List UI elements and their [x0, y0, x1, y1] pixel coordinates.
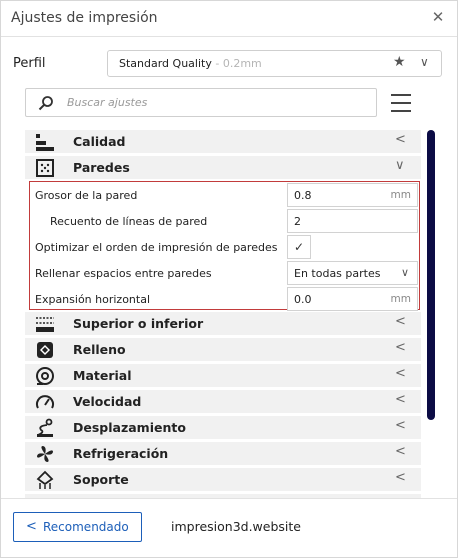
- setting-row-wall-line-count: Recuento de líneas de pared 2: [30, 208, 419, 234]
- infill-icon: [37, 342, 53, 358]
- profile-layer-height: - 0.2mm: [211, 57, 262, 70]
- chevron-left-icon: <: [395, 418, 406, 433]
- print-settings-panel: Ajustes de impresión ✕ Perfil Standard Q…: [0, 0, 458, 558]
- walls-settings-group: Grosor de la pared 0.8 mm Recuento de lí…: [29, 181, 420, 312]
- footer-divider: [1, 498, 457, 499]
- chevron-left-icon: <: [395, 366, 406, 381]
- top-bottom-icon: [36, 317, 54, 332]
- category-label: Soporte: [73, 472, 129, 487]
- search-input[interactable]: Buscar ajustes: [25, 88, 377, 117]
- wall-thickness-input[interactable]: 0.8 mm: [287, 183, 418, 207]
- category-label: Relleno: [73, 342, 126, 357]
- speed-icon: [36, 395, 54, 409]
- search-placeholder: Buscar ajustes: [67, 96, 148, 109]
- category-desplazamiento[interactable]: Desplazamiento <: [25, 416, 421, 439]
- category-material[interactable]: Material <: [25, 364, 421, 387]
- recommended-button[interactable]: < Recomendado: [13, 512, 142, 542]
- chevron-left-icon: <: [395, 444, 406, 459]
- field-value: 0.8: [294, 189, 312, 202]
- fan-icon: [37, 446, 53, 462]
- quality-icon: [36, 134, 54, 151]
- setting-row-horizontal-expansion: Expansión horizontal 0.0 mm: [30, 286, 419, 312]
- fill-gaps-select[interactable]: En todas partes ∨: [287, 261, 418, 285]
- profile-select[interactable]: Standard Quality - 0.2mm ★ ∨: [107, 50, 442, 77]
- chevron-left-icon: <: [395, 314, 406, 329]
- category-label: Superior o inferior: [73, 316, 204, 331]
- title-bar: Ajustes de impresión ✕: [1, 1, 457, 37]
- category-superior-inferior[interactable]: Superior o inferior <: [25, 312, 421, 335]
- category-velocidad[interactable]: Velocidad <: [25, 390, 421, 413]
- category-label: Calidad: [73, 134, 126, 149]
- chevron-left-icon: <: [395, 470, 406, 485]
- setting-label: Expansión horizontal: [35, 293, 151, 306]
- category-relleno[interactable]: Relleno <: [25, 338, 421, 361]
- setting-label: Recuento de líneas de pared: [50, 215, 208, 228]
- chevron-down-icon[interactable]: ∨: [420, 55, 429, 69]
- wall-line-count-input[interactable]: 2: [287, 209, 418, 233]
- category-refrigeracion[interactable]: Refrigeración <: [25, 442, 421, 465]
- close-icon[interactable]: ✕: [429, 8, 447, 26]
- setting-label: Rellenar espacios entre paredes: [35, 267, 212, 280]
- chevron-down-icon: ∨: [400, 266, 409, 279]
- chevron-left-icon: <: [395, 340, 406, 355]
- recommended-label: Recomendado: [43, 520, 129, 534]
- chevron-left-icon: <: [395, 392, 406, 407]
- chevron-down-icon: ∨: [395, 158, 405, 173]
- category-label: Desplazamiento: [73, 420, 186, 435]
- material-icon: [36, 367, 54, 385]
- select-value: En todas partes: [294, 267, 381, 280]
- setting-row-optimize-order: Optimizar el orden de impresión de pared…: [30, 234, 419, 260]
- category-label: Paredes: [73, 160, 130, 175]
- search-icon: [38, 96, 53, 111]
- setting-label: Grosor de la pared: [35, 189, 138, 202]
- category-soporte[interactable]: Soporte <: [25, 468, 421, 491]
- menu-icon[interactable]: [391, 94, 411, 112]
- walls-icon: [36, 159, 54, 177]
- horizontal-expansion-input[interactable]: 0.0 mm: [287, 287, 418, 311]
- settings-scrollbar[interactable]: [427, 130, 435, 420]
- travel-icon: [37, 418, 53, 437]
- category-label: Velocidad: [73, 394, 142, 409]
- panel-title: Ajustes de impresión: [11, 10, 158, 26]
- category-paredes[interactable]: Paredes ∨: [25, 156, 421, 179]
- field-value: 0.0: [294, 293, 312, 306]
- setting-row-wall-thickness: Grosor de la pared 0.8 mm: [30, 182, 419, 208]
- field-unit: mm: [390, 189, 411, 201]
- optimize-order-checkbox[interactable]: ✓: [287, 235, 311, 259]
- star-icon[interactable]: ★: [393, 54, 406, 70]
- field-value: 2: [294, 215, 301, 228]
- category-label: Refrigeración: [73, 446, 169, 461]
- setting-row-fill-gaps: Rellenar espacios entre paredes En todas…: [30, 260, 419, 286]
- profile-label: Perfil: [13, 56, 46, 71]
- field-unit: mm: [390, 293, 411, 305]
- settings-list: Calidad < Paredes ∨ Grosor de la pared 0…: [25, 130, 421, 498]
- setting-label: Optimizar el orden de impresión de pared…: [35, 241, 278, 254]
- category-label: Material: [73, 368, 132, 383]
- profile-name: Standard Quality: [119, 57, 212, 70]
- chevron-left-icon: <: [395, 132, 406, 147]
- chevron-left-icon: <: [26, 519, 37, 534]
- category-calidad[interactable]: Calidad <: [25, 130, 421, 153]
- support-icon: [36, 470, 54, 489]
- watermark-text: impresion3d.website: [171, 519, 301, 534]
